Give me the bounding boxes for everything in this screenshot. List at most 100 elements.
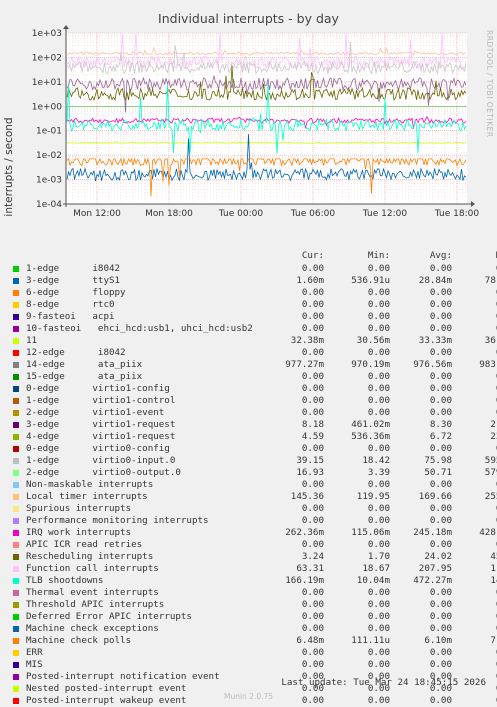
legend-avg: 0.00: [429, 407, 452, 418]
legend-max: 45.57: [490, 551, 497, 562]
legend-avg: 0.00: [429, 539, 452, 550]
legend-header: Cur: Min: Avg: Max:: [12, 250, 497, 263]
legend-label: Non-maskable interrupts: [26, 479, 154, 490]
legend-max: 78.74m: [484, 275, 497, 286]
legend-cur: 0.00: [301, 611, 324, 622]
legend-row: 1-edge virtio0-input.0 39.15 18.42 75.98 595…: [12, 455, 497, 467]
legend-cur: 0.00: [301, 515, 324, 526]
legend-min: 111.11u: [351, 635, 390, 646]
legend-min: 10.04m: [356, 575, 390, 586]
legend-label: Function call interrupts: [26, 563, 159, 574]
legend-row: 1-edge i80420.000.000.000.00: [12, 263, 497, 275]
legend-avg: 6.10m: [424, 635, 452, 646]
legend-max: 21.88: [490, 419, 497, 430]
legend-avg: 8.30: [429, 419, 452, 430]
legend-swatch: [13, 590, 19, 596]
legend-row: TLB shootdowns 166.19m 10.04m 472.27m 14.01: [12, 575, 497, 587]
x-tick-label: Tue 00:00: [218, 209, 263, 219]
legend-min: 0.00: [367, 383, 390, 394]
legend-cur: 0.00: [301, 623, 324, 634]
legend-swatch: [13, 434, 19, 440]
legend-max: 983.45m: [479, 359, 497, 370]
legend-avg: 976.56m: [413, 359, 452, 370]
legend-cur: 8.18: [301, 419, 324, 430]
x-tick-label: Tue 18:00: [434, 209, 479, 219]
x-tick-labels: Mon 12:00 Mon 18:00 Tue 00:00 Tue 06:00 Tue …: [73, 209, 479, 219]
legend-max: 23.15: [490, 431, 497, 442]
legend-row: MIS0.000.000.000.00: [12, 659, 497, 671]
legend-max: 0.00: [454, 371, 497, 383]
legend-swatch: [13, 554, 19, 560]
legend-row: 8-edge rtc00.000.000.000.00: [12, 299, 497, 311]
legend-max: 0.00: [454, 611, 497, 623]
y-tick-label: 1e-04: [36, 200, 62, 210]
legend-swatch: [13, 482, 19, 488]
y-tick-label: 1e-02: [36, 151, 62, 161]
legend-avg: 50.71: [424, 467, 452, 478]
legend-swatch: [13, 662, 19, 668]
legend-label: 0-edge virtio0-config: [26, 443, 170, 454]
legend-min: 0.00: [367, 503, 390, 514]
legend-row: Rescheduling interrupts 3.24 1.70 24.02 45.5…: [12, 551, 497, 563]
legend-swatch: [13, 470, 19, 476]
legend-avg: 245.18m: [413, 527, 452, 538]
legend-swatch: [13, 530, 19, 536]
legend-cur: 166.19m: [285, 575, 324, 586]
legend-swatch: [13, 566, 19, 572]
legend-swatch: [13, 266, 19, 272]
legend-swatch: [13, 674, 19, 680]
legend-label: 1-edge virtio0-input.0: [26, 455, 176, 466]
legend-max: 595.37: [484, 455, 497, 466]
legend-cur: 0.00: [301, 395, 324, 406]
legend-row: 9-fasteoi acpi0.000.000.000.00: [12, 311, 497, 323]
header-max: Max:: [454, 250, 497, 262]
legend-swatch: [13, 362, 19, 368]
legend-row: 14-edge ata_piix 977.27m 970.19m 976.56m 983…: [12, 359, 497, 371]
legend-label: 14-edge ata_piix: [26, 359, 143, 370]
legend-avg: 0.00: [429, 659, 452, 670]
legend-avg: 0.00: [429, 611, 452, 622]
legend-row: 2-edge virtio1-event0.000.000.000.00: [12, 407, 497, 419]
legend-label: ERR: [26, 647, 43, 658]
legend-row: IRQ work interrupts 262.36m 115.06m 245.18m…: [12, 527, 497, 539]
legend-cur: 39.15: [296, 455, 324, 466]
legend-min: 3.39: [367, 467, 390, 478]
legend-avg: 0.00: [429, 503, 452, 514]
legend-row: Spurious interrupts0.000.000.000.00: [12, 503, 497, 515]
last-update: Last update: Tue Mar 24 18:45:15 2026: [281, 677, 486, 688]
legend-row: 6-edge floppy0.000.000.000.00: [12, 287, 497, 299]
legend-swatch: [13, 326, 19, 332]
legend-label: 9-fasteoi acpi: [26, 311, 115, 322]
legend-label: 6-edge floppy: [26, 287, 126, 298]
legend-swatch: [13, 542, 19, 548]
legend-min: 970.19m: [351, 359, 390, 370]
legend-max: 0.00: [454, 623, 497, 635]
legend-cur: 262.36m: [285, 527, 324, 538]
legend-max: 0.00: [454, 659, 497, 671]
legend-max: 0.00: [454, 539, 497, 551]
y-tick-label: 1e-03: [36, 176, 62, 186]
legend-label: 15-edge ata_piix: [26, 371, 143, 382]
legend-avg: 0.00: [429, 479, 452, 490]
legend-swatch: [13, 614, 19, 620]
legend-min: 0.00: [367, 287, 390, 298]
legend-cur: 0.00: [301, 311, 324, 322]
x-tick-label: Mon 12:00: [73, 209, 121, 219]
legend-avg: 0.00: [429, 287, 452, 298]
legend-cur: 4.59: [301, 431, 324, 442]
legend-max: 428.99m: [479, 527, 497, 538]
legend: Cur: Min: Avg: Max: 1-edge i80420.000.00…: [12, 250, 497, 707]
legend-min: 0.00: [367, 515, 390, 526]
legend-cur: 1.60m: [296, 275, 324, 286]
legend-cur: 32.38m: [290, 335, 324, 346]
legend-row: 15-edge ata_piix0.000.000.000.00: [12, 371, 497, 383]
legend-max: 0.00: [454, 263, 497, 275]
legend-swatch: [13, 602, 19, 608]
y-tick-label: 1e+00: [32, 102, 63, 112]
legend-avg: 472.27m: [413, 575, 452, 586]
legend-row: Thermal event interrupts0.000.000.000.00: [12, 587, 497, 599]
legend-min: 0.00: [367, 443, 390, 454]
legend-swatch: [13, 398, 19, 404]
legend-max: 0.00: [454, 395, 497, 407]
legend-avg: 28.84m: [418, 275, 452, 286]
